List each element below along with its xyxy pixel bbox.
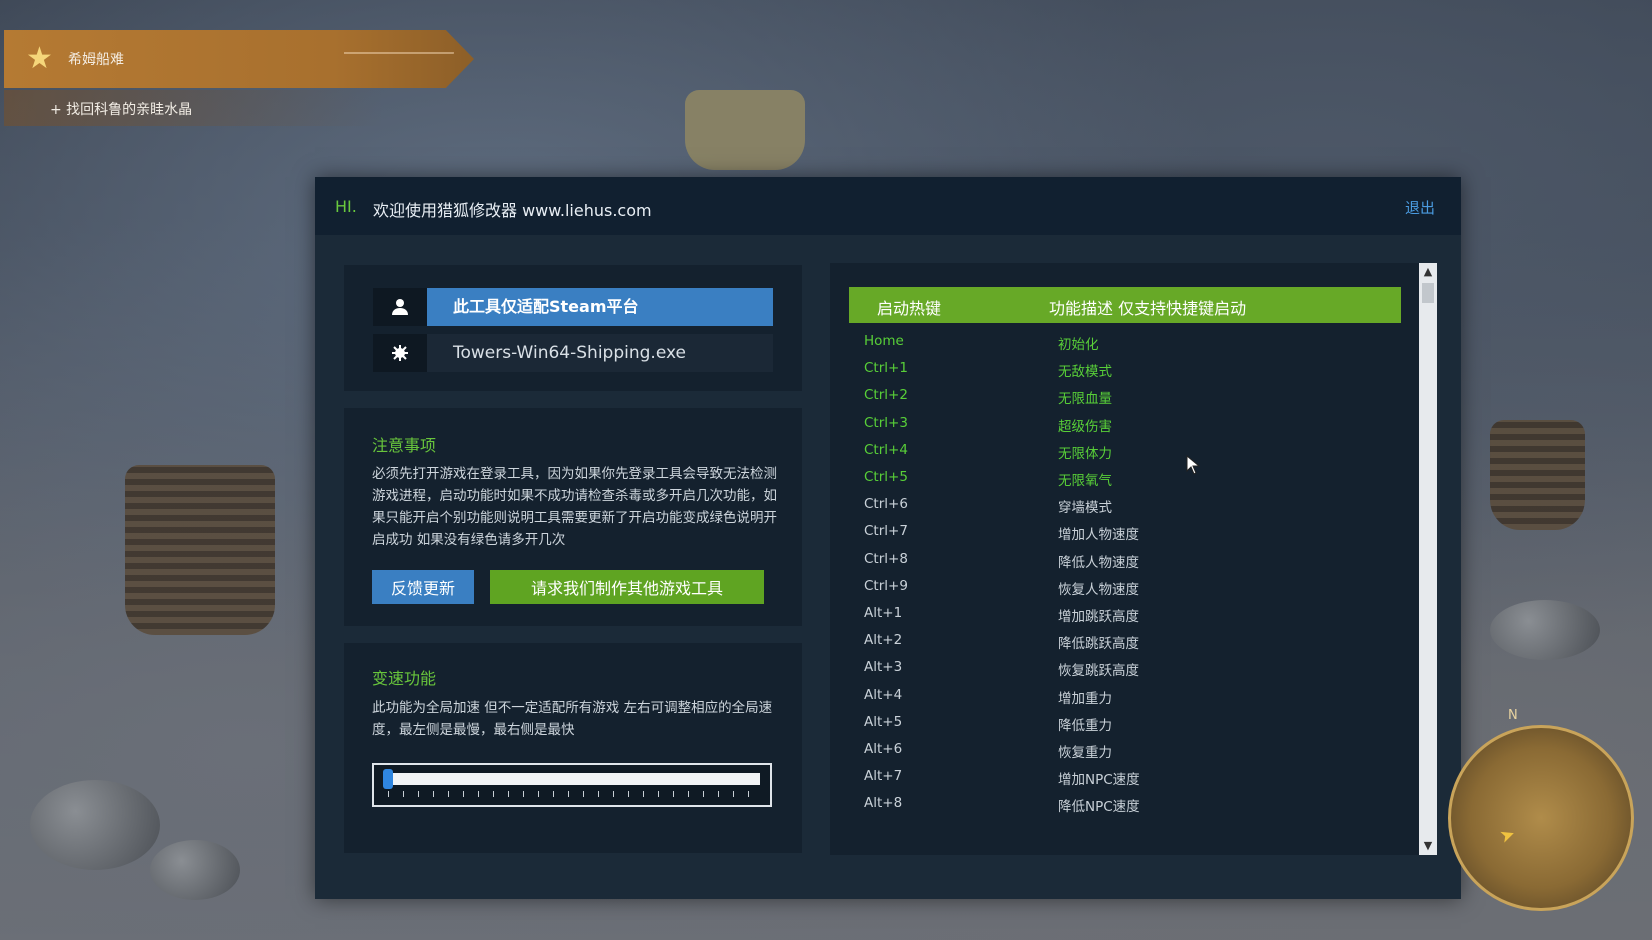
hotkey-key: Ctrl+8	[864, 550, 908, 567]
hotkey-key: Alt+4	[864, 686, 903, 703]
speed-title: 变速功能	[372, 669, 437, 688]
hotkey-description: 无限血量	[1058, 391, 1112, 408]
hotkey-description: 增加重力	[1058, 690, 1112, 707]
hi-label: HI.	[335, 197, 357, 216]
background-basket	[125, 465, 275, 635]
notice-text: 必须先打开游戏在登录工具，因为如果你先登录工具会导致无法检测游戏进程，启动功能时…	[372, 466, 777, 548]
hotkey-description: 降低人物速度	[1058, 554, 1139, 571]
hotkey-key: Alt+1	[864, 605, 903, 621]
hotkey-key: Ctrl+5	[864, 469, 908, 485]
star-icon: ★	[26, 41, 53, 76]
info-panel: 此工具仅适配Steam平台 Towers-Win64-Shipping.exe	[344, 265, 802, 391]
speed-slider[interactable]	[372, 763, 772, 807]
hotkey-key: Ctrl+6	[864, 496, 908, 513]
background-rock	[150, 840, 240, 900]
hotkey-description: 无限氧气	[1058, 473, 1112, 489]
hotkey-header: 启动热键 功能描述 仅支持快捷键启动	[849, 287, 1401, 323]
hotkey-description: 穿墙模式	[1058, 500, 1112, 517]
hotkey-key: Home	[864, 333, 904, 349]
background-rock	[1490, 600, 1600, 660]
process-row: Towers-Win64-Shipping.exe	[373, 334, 773, 372]
slider-track[interactable]	[386, 773, 760, 785]
hotkey-header-desc: 功能描述 仅支持快捷键启动	[1049, 299, 1247, 318]
hotkey-description: 无限体力	[1058, 445, 1112, 462]
user-icon	[373, 288, 427, 326]
platform-row: 此工具仅适配Steam平台	[373, 288, 773, 326]
notice-title: 注意事项	[372, 436, 437, 455]
notice-panel: 注意事项 必须先打开游戏在登录工具，因为如果你先登录工具会导致无法检测游戏进程，…	[344, 408, 802, 626]
hotkey-key: Alt+5	[864, 713, 903, 730]
hotkey-description: 增加NPC速度	[1058, 772, 1140, 789]
quest-objective-bar: + 找回科鲁的亲眭水晶	[4, 90, 384, 126]
hotkey-description: 无敌模式	[1058, 364, 1112, 381]
slider-thumb[interactable]	[383, 769, 393, 789]
hotkey-header-key: 启动热键	[877, 299, 942, 318]
process-name: Towers-Win64-Shipping.exe	[427, 334, 773, 372]
hotkey-description: 降低跳跃高度	[1058, 636, 1139, 653]
feedback-button[interactable]: 反馈更新	[372, 570, 474, 604]
hotkey-description: 增加跳跃高度	[1058, 609, 1139, 625]
quest-title: 希姆船难	[68, 52, 124, 68]
quest-banner: ★ 希姆船难	[4, 30, 474, 88]
steam-platform-label: 此工具仅适配Steam平台	[427, 288, 773, 326]
hotkey-key: Ctrl+1	[864, 360, 908, 377]
hotkey-description: 超级伤害	[1058, 418, 1112, 435]
hotkey-key: Alt+3	[864, 659, 903, 676]
hotkey-description: 增加人物速度	[1058, 527, 1139, 544]
hotkey-key: Ctrl+3	[864, 414, 908, 431]
hotkey-description: 恢复人物速度	[1058, 581, 1139, 598]
exit-button[interactable]: 退出	[1405, 197, 1435, 218]
hotkey-key: Ctrl+7	[864, 523, 908, 540]
quest-banner-ornament	[344, 52, 454, 66]
scroll-down-arrow-icon[interactable]: ▼	[1419, 837, 1437, 855]
hotkey-panel: 启动热键 功能描述 仅支持快捷键启动 Home 初始化 Ctrl+1 无敌模式 Ctrl…	[830, 263, 1434, 855]
hotkey-description: 恢复重力	[1058, 745, 1112, 761]
request-tool-button[interactable]: 请求我们制作其他游戏工具	[490, 570, 764, 604]
scroll-thumb[interactable]	[1422, 283, 1434, 303]
minimap	[1448, 725, 1634, 911]
gear-icon	[373, 334, 427, 372]
minimap-north-label: N	[1508, 708, 1518, 723]
hotkey-key: Ctrl+9	[864, 577, 908, 594]
hotkey-key: Alt+8	[864, 795, 903, 812]
hotkey-key: Ctrl+2	[864, 387, 908, 404]
hotkey-key: Ctrl+4	[864, 441, 908, 458]
hotkey-key: Alt+2	[864, 632, 903, 649]
quest-objective: + 找回科鲁的亲眭水晶	[50, 102, 193, 118]
background-rock	[30, 780, 160, 870]
slider-ticks	[388, 791, 758, 797]
title-bar: HI. 欢迎使用猎狐修改器 www.liehus.com 退出	[315, 177, 1461, 235]
speed-panel: 变速功能 此功能为全局加速 但不一定适配所有游戏 左右可调整相应的全局速度，最左…	[344, 643, 802, 853]
hotkey-description: 恢复跳跃高度	[1058, 663, 1139, 680]
trainer-window: HI. 欢迎使用猎狐修改器 www.liehus.com 退出 此工具仅适配St…	[315, 177, 1461, 899]
scroll-up-arrow-icon[interactable]: ▲	[1419, 263, 1437, 281]
hotkey-scrollbar[interactable]: ▲ ▼	[1419, 263, 1437, 855]
hotkey-key: Alt+7	[864, 768, 903, 785]
window-title: 欢迎使用猎狐修改器 www.liehus.com	[373, 201, 652, 220]
mouse-cursor-icon	[1186, 454, 1201, 481]
hotkey-key: Alt+6	[864, 741, 903, 757]
background-sack	[685, 90, 805, 170]
hotkey-description: 降低NPC速度	[1058, 799, 1140, 816]
hotkey-description: 初始化	[1058, 337, 1099, 353]
hotkey-description: 降低重力	[1058, 717, 1112, 734]
speed-text: 此功能为全局加速 但不一定适配所有游戏 左右可调整相应的全局速度，最左侧是最慢，…	[372, 700, 773, 738]
background-basket	[1490, 420, 1585, 530]
